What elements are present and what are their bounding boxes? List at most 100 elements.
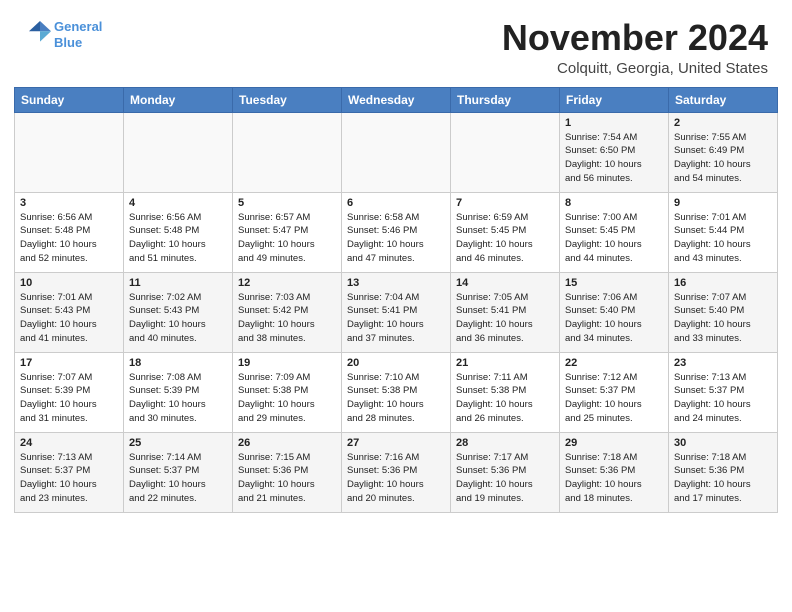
calendar-cell: 14Sunrise: 7:05 AM Sunset: 5:41 PM Dayli… [451,272,560,352]
logo-blue: Blue [54,35,102,51]
calendar-cell: 13Sunrise: 7:04 AM Sunset: 5:41 PM Dayli… [342,272,451,352]
day-number: 15 [565,277,663,289]
day-number: 11 [129,277,227,289]
calendar-cell: 4 Sunrise: 6:56 AM Sunset: 5:48 PM Daylig… [124,192,233,272]
calendar-cell: 30Sunrise: 7:18 AM Sunset: 5:36 PM Dayli… [669,432,778,512]
weekday-header-saturday: Saturday [669,87,778,112]
calendar-cell: 26 Sunrise: 7:15 AM Sunset: 5:36 PM Dayli… [233,432,342,512]
day-number: 6 [347,197,445,209]
day-number: 4 [129,197,227,209]
day-number: 30 [674,437,772,449]
day-info: Sunrise: 6:56 AM Sunset: 5:48 PM Dayligh… [20,211,118,266]
day-info: Sunrise: 7:13 AM Sunset: 5:37 PM Dayligh… [20,451,118,506]
day-info: Sunrise: 7:09 AM Sunset: 5:38 PM Dayligh… [238,371,336,426]
day-info: Sunrise: 7:11 AM Sunset: 5:38 PM Dayligh… [456,371,554,426]
logo-general: General [54,19,102,34]
weekday-header-row: SundayMondayTuesdayWednesdayThursdayFrid… [15,87,778,112]
day-number: 25 [129,437,227,449]
day-info: Sunrise: 7:17 AM Sunset: 5:36 PM Dayligh… [456,451,554,506]
calendar-cell: 11Sunrise: 7:02 AM Sunset: 5:43 PM Dayli… [124,272,233,352]
day-number: 2 [674,117,772,129]
calendar: SundayMondayTuesdayWednesdayThursdayFrid… [0,87,792,612]
calendar-cell: 27Sunrise: 7:16 AM Sunset: 5:36 PM Dayli… [342,432,451,512]
day-info: Sunrise: 7:14 AM Sunset: 5:37 PM Dayligh… [129,451,227,506]
weekday-header-monday: Monday [124,87,233,112]
day-info: Sunrise: 7:15 AM Sunset: 5:36 PM Dayligh… [238,451,336,506]
day-number: 22 [565,357,663,369]
week-row-5: 24 Sunrise: 7:13 AM Sunset: 5:37 PM Dayli… [15,432,778,512]
day-number: 1 [565,117,663,129]
day-number: 14 [456,277,554,289]
calendar-cell: 22 Sunrise: 7:12 AM Sunset: 5:37 PM Dayli… [560,352,669,432]
week-row-1: 1 Sunrise: 7:54 AM Sunset: 6:50 PM Daylig… [15,112,778,192]
calendar-cell: 2 Sunrise: 7:55 AM Sunset: 6:49 PM Daylig… [669,112,778,192]
day-info: Sunrise: 6:58 AM Sunset: 5:46 PM Dayligh… [347,211,445,266]
day-number: 3 [20,197,118,209]
day-info: Sunrise: 7:54 AM Sunset: 6:50 PM Dayligh… [565,131,663,186]
calendar-cell [124,112,233,192]
page: General Blue November 2024 Colquitt, Geo… [0,0,792,612]
calendar-cell: 1 Sunrise: 7:54 AM Sunset: 6:50 PM Daylig… [560,112,669,192]
day-info: Sunrise: 7:01 AM Sunset: 5:44 PM Dayligh… [674,211,772,266]
day-number: 29 [565,437,663,449]
day-info: Sunrise: 7:03 AM Sunset: 5:42 PM Dayligh… [238,291,336,346]
calendar-table: SundayMondayTuesdayWednesdayThursdayFrid… [14,87,778,513]
calendar-cell: 15Sunrise: 7:06 AM Sunset: 5:40 PM Dayli… [560,272,669,352]
day-number: 21 [456,357,554,369]
day-number: 20 [347,357,445,369]
day-number: 7 [456,197,554,209]
weekday-header-sunday: Sunday [15,87,124,112]
calendar-cell: 18 Sunrise: 7:08 AM Sunset: 5:39 PM Dayli… [124,352,233,432]
weekday-header-thursday: Thursday [451,87,560,112]
day-number: 16 [674,277,772,289]
day-number: 19 [238,357,336,369]
day-number: 24 [20,437,118,449]
day-info: Sunrise: 6:57 AM Sunset: 5:47 PM Dayligh… [238,211,336,266]
calendar-cell: 8 Sunrise: 7:00 AM Sunset: 5:45 PM Daylig… [560,192,669,272]
calendar-cell: 24 Sunrise: 7:13 AM Sunset: 5:37 PM Dayli… [15,432,124,512]
logo-icon [26,18,54,46]
day-number: 5 [238,197,336,209]
day-info: Sunrise: 7:00 AM Sunset: 5:45 PM Dayligh… [565,211,663,266]
day-info: Sunrise: 6:56 AM Sunset: 5:48 PM Dayligh… [129,211,227,266]
day-number: 26 [238,437,336,449]
calendar-cell: 6 Sunrise: 6:58 AM Sunset: 5:46 PM Daylig… [342,192,451,272]
title-block: November 2024 Colquitt, Georgia, United … [502,18,768,77]
logo-text: General Blue [54,19,102,50]
day-info: Sunrise: 7:55 AM Sunset: 6:49 PM Dayligh… [674,131,772,186]
calendar-cell [342,112,451,192]
day-info: Sunrise: 7:12 AM Sunset: 5:37 PM Dayligh… [565,371,663,426]
week-row-2: 3 Sunrise: 6:56 AM Sunset: 5:48 PM Daylig… [15,192,778,272]
calendar-cell: 21 Sunrise: 7:11 AM Sunset: 5:38 PM Dayli… [451,352,560,432]
month-title: November 2024 [502,18,768,58]
day-info: Sunrise: 7:01 AM Sunset: 5:43 PM Dayligh… [20,291,118,346]
calendar-cell: 25 Sunrise: 7:14 AM Sunset: 5:37 PM Dayli… [124,432,233,512]
calendar-cell [233,112,342,192]
day-number: 17 [20,357,118,369]
day-number: 13 [347,277,445,289]
calendar-cell: 10 Sunrise: 7:01 AM Sunset: 5:43 PM Dayli… [15,272,124,352]
week-row-3: 10 Sunrise: 7:01 AM Sunset: 5:43 PM Dayli… [15,272,778,352]
day-info: Sunrise: 7:07 AM Sunset: 5:39 PM Dayligh… [20,371,118,426]
weekday-header-friday: Friday [560,87,669,112]
location: Colquitt, Georgia, United States [502,60,768,77]
day-info: Sunrise: 7:13 AM Sunset: 5:37 PM Dayligh… [674,371,772,426]
day-info: Sunrise: 7:08 AM Sunset: 5:39 PM Dayligh… [129,371,227,426]
calendar-cell: 29Sunrise: 7:18 AM Sunset: 5:36 PM Dayli… [560,432,669,512]
calendar-cell: 19 Sunrise: 7:09 AM Sunset: 5:38 PM Dayli… [233,352,342,432]
weekday-header-wednesday: Wednesday [342,87,451,112]
day-info: Sunrise: 7:07 AM Sunset: 5:40 PM Dayligh… [674,291,772,346]
day-number: 12 [238,277,336,289]
day-number: 18 [129,357,227,369]
calendar-cell: 20Sunrise: 7:10 AM Sunset: 5:38 PM Dayli… [342,352,451,432]
calendar-cell: 28Sunrise: 7:17 AM Sunset: 5:36 PM Dayli… [451,432,560,512]
calendar-cell: 12 Sunrise: 7:03 AM Sunset: 5:42 PM Dayli… [233,272,342,352]
weekday-header-tuesday: Tuesday [233,87,342,112]
calendar-cell: 5 Sunrise: 6:57 AM Sunset: 5:47 PM Daylig… [233,192,342,272]
logo: General Blue [24,18,102,51]
calendar-cell: 3 Sunrise: 6:56 AM Sunset: 5:48 PM Daylig… [15,192,124,272]
header: General Blue November 2024 Colquitt, Geo… [0,0,792,87]
day-number: 9 [674,197,772,209]
day-number: 10 [20,277,118,289]
day-number: 8 [565,197,663,209]
